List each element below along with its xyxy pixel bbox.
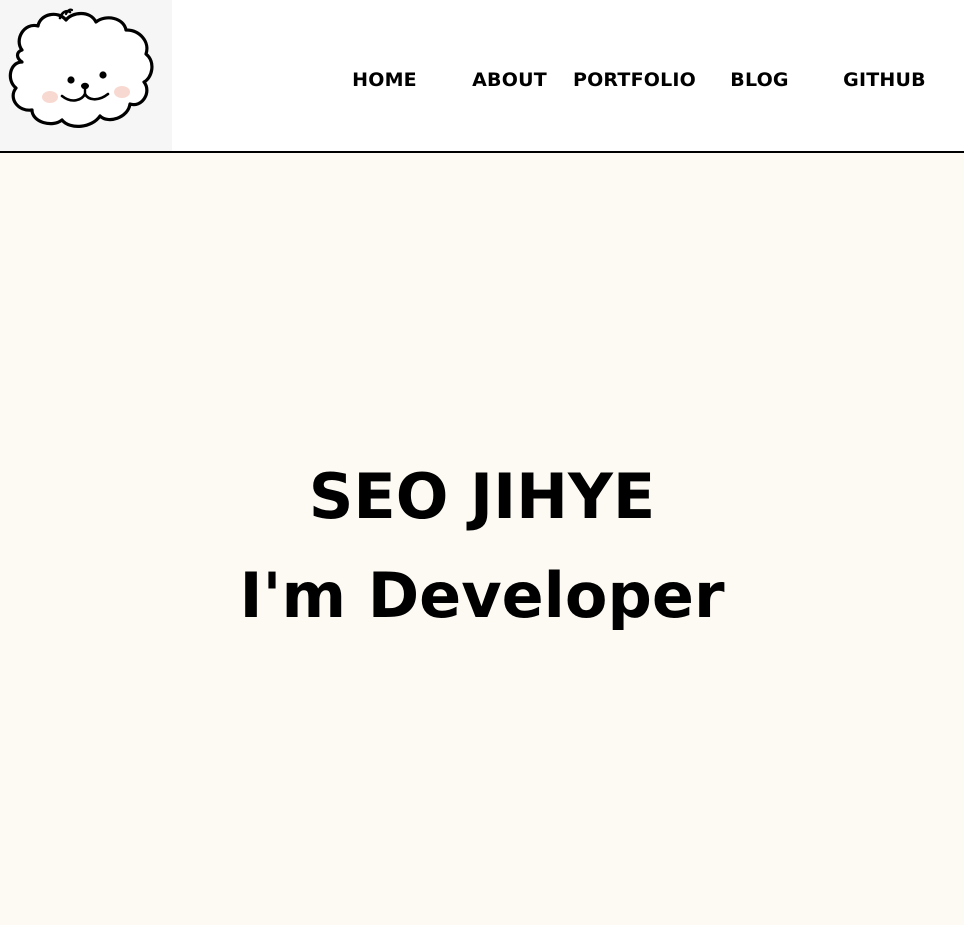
hero-tagline: I'm Developer <box>239 559 725 632</box>
poodle-face-icon <box>8 8 154 128</box>
logo[interactable] <box>0 0 172 151</box>
hero-section: SEO JIHYE I'm Developer <box>0 153 964 925</box>
site-header: HOME ABOUT PORTFOLIO BLOG GITHUB <box>0 0 964 153</box>
nav-home-link[interactable]: HOME <box>322 68 447 92</box>
nav-github-link[interactable]: GITHUB <box>822 68 947 92</box>
hero-name: SEO JIHYE <box>308 460 656 533</box>
nav-blog-link[interactable]: BLOG <box>697 68 822 92</box>
main-nav: HOME ABOUT PORTFOLIO BLOG GITHUB <box>322 0 947 160</box>
nav-portfolio-link[interactable]: PORTFOLIO <box>572 68 697 92</box>
nav-about-link[interactable]: ABOUT <box>447 68 572 92</box>
